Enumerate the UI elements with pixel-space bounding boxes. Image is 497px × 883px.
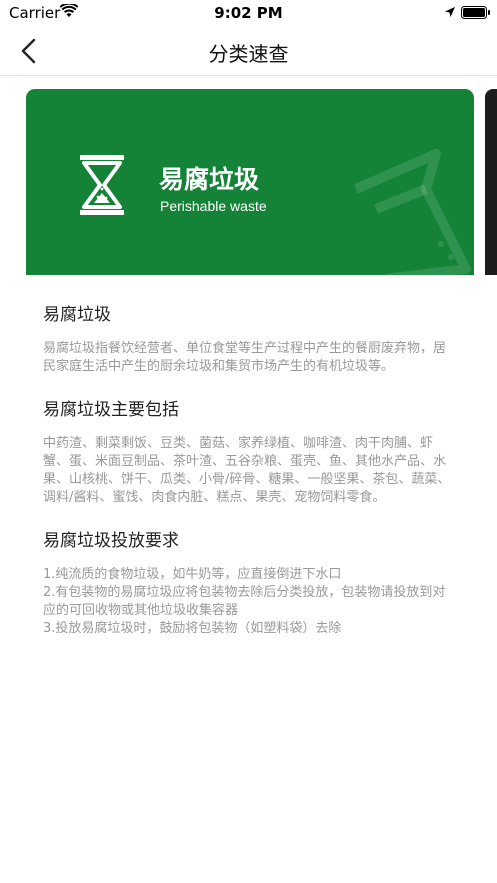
section-title: 易腐垃圾主要包括 bbox=[43, 400, 179, 420]
section-body: 易腐垃圾指餐饮经营者、单位食堂等生产过程中产生的餐厨废弃物，居民家庭生活中产生的… bbox=[43, 341, 447, 374]
clock-time: 9:02 PM bbox=[214, 4, 283, 22]
section-includes: 易腐垃圾主要包括 中药渣、剩菜剩饭、豆类、菌菇、家养绿植、咖啡渣、肉干肉脯、虾蟹… bbox=[43, 398, 458, 507]
section-body: 中药渣、剩菜剩饭、豆类、菌菇、家养绿植、咖啡渣、肉干肉脯、虾蟹、蛋、米面豆制品、… bbox=[43, 436, 451, 505]
page-title: 分类速查 bbox=[208, 42, 289, 66]
category-detail: 易腐垃圾 易腐垃圾指餐饮经营者、单位食堂等生产过程中产生的餐厨废弃物，居民家庭生… bbox=[43, 303, 458, 638]
section-title: 易腐垃圾 bbox=[43, 305, 111, 325]
navigation-bar: 分类速查 bbox=[0, 26, 497, 76]
banner-title: 易腐垃圾 bbox=[159, 165, 260, 194]
section-requirements: 易腐垃圾投放要求 1.纯流质的食物垃圾，如牛奶等，应直接倒进下水口 2.有包装物… bbox=[43, 529, 458, 638]
section-title: 易腐垃圾投放要求 bbox=[43, 531, 179, 551]
hourglass-waste-icon bbox=[80, 155, 124, 215]
battery-icon bbox=[461, 6, 490, 19]
category-banner: 易腐垃圾 Perishable waste bbox=[26, 89, 474, 275]
location-arrow-icon bbox=[445, 7, 455, 17]
section-body: 1.纯流质的食物垃圾，如牛奶等，应直接倒进下水口 2.有包装物的易腐垃圾应将包装… bbox=[43, 567, 446, 636]
next-category-card[interactable] bbox=[485, 89, 497, 275]
hourglass-watermark-icon bbox=[353, 149, 471, 275]
banner-subtitle: Perishable waste bbox=[160, 198, 267, 214]
status-bar: Carrier 9:02 PM bbox=[0, 0, 497, 26]
section-definition: 易腐垃圾 易腐垃圾指餐饮经营者、单位食堂等生产过程中产生的餐厨废弃物，居民家庭生… bbox=[43, 303, 458, 376]
